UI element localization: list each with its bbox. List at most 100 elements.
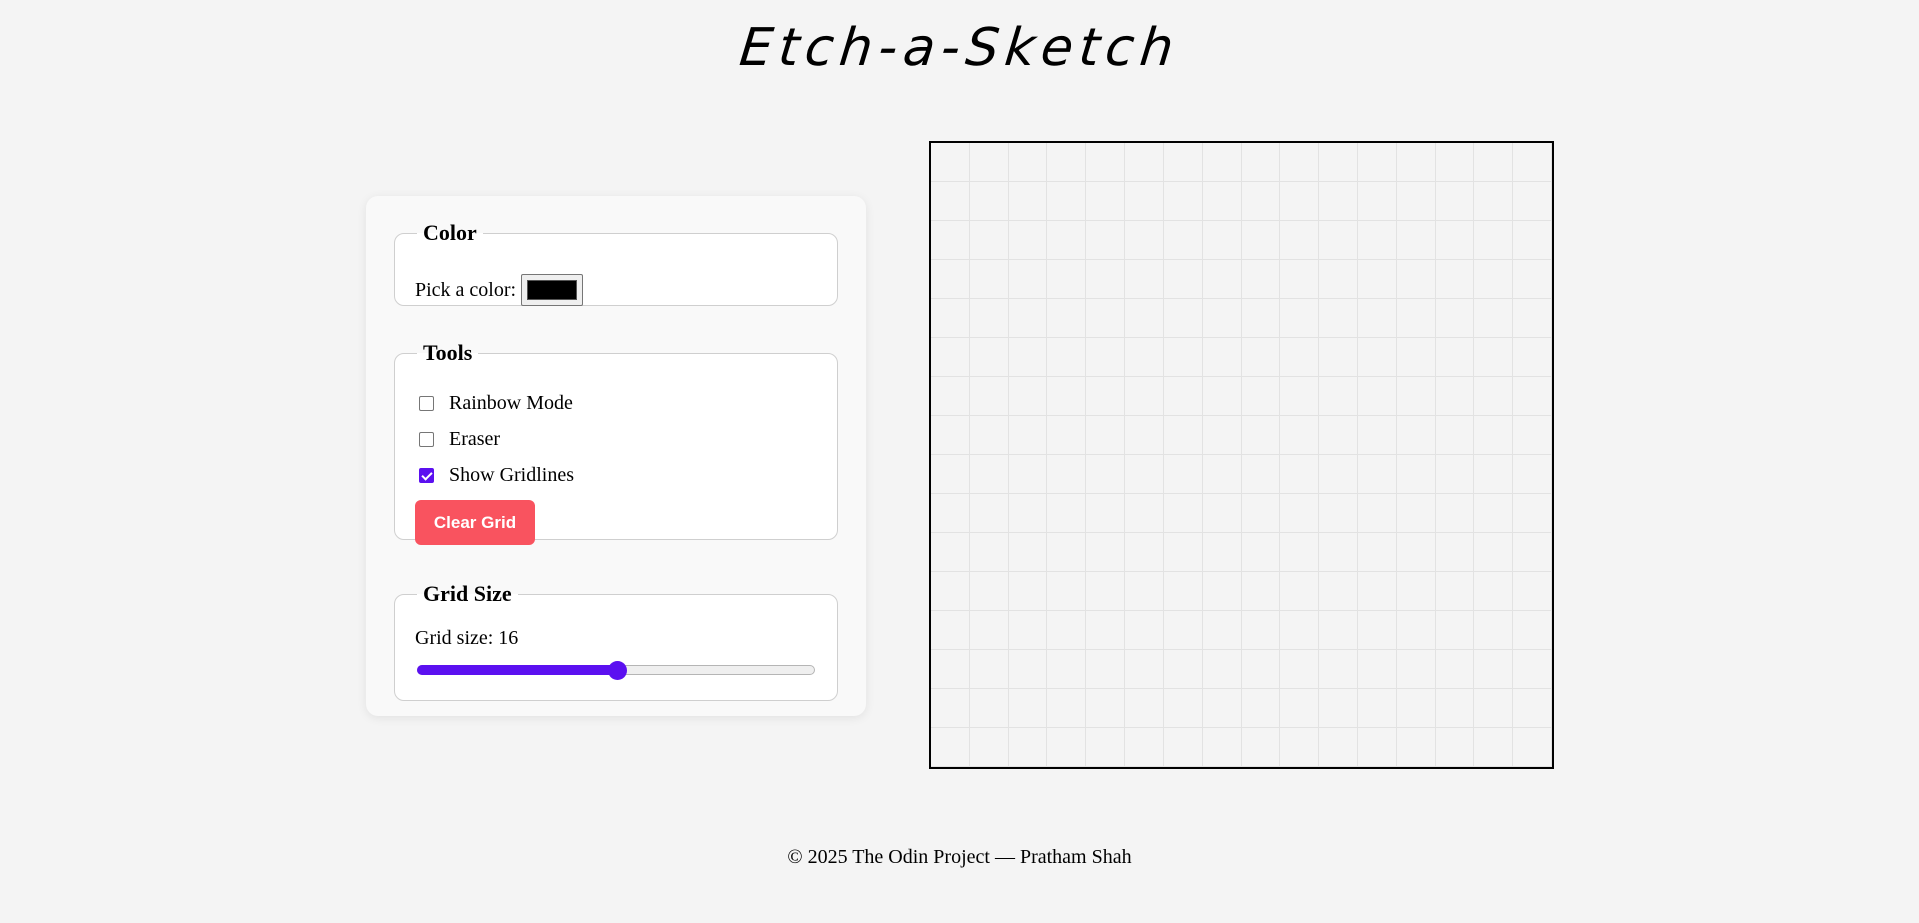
grid-cell[interactable] (931, 221, 970, 260)
grid-cell[interactable] (1047, 572, 1087, 611)
grid-cell[interactable] (1008, 455, 1048, 494)
grid-cell[interactable] (1241, 260, 1281, 299)
grid-cell[interactable] (1474, 143, 1514, 182)
grid-cell[interactable] (1163, 455, 1203, 494)
grid-cell[interactable] (931, 572, 970, 611)
grid-cell[interactable] (1008, 533, 1048, 572)
grid-cell[interactable] (1396, 416, 1436, 455)
grid-cell[interactable] (1513, 494, 1552, 533)
grid-cell[interactable] (1396, 689, 1436, 728)
grid-cell[interactable] (1474, 728, 1514, 767)
grid-cell[interactable] (931, 455, 970, 494)
grid-cell[interactable] (1435, 377, 1475, 416)
grid-cell[interactable] (1319, 182, 1358, 221)
grid-cell[interactable] (1008, 299, 1048, 338)
grid-cell[interactable] (1513, 377, 1552, 416)
grid-cell[interactable] (1086, 377, 1126, 416)
grid-cell[interactable] (1163, 494, 1203, 533)
grid-cell[interactable] (1435, 182, 1475, 221)
grid-cell[interactable] (1163, 650, 1203, 689)
grid-cell[interactable] (1513, 455, 1552, 494)
grid-cell[interactable] (1435, 650, 1475, 689)
show-gridlines-row[interactable]: Show Gridlines (419, 463, 574, 487)
eraser-row[interactable]: Eraser (419, 427, 500, 451)
grid-cell[interactable] (1241, 377, 1281, 416)
grid-cell[interactable] (1357, 221, 1397, 260)
grid-cell[interactable] (969, 182, 1009, 221)
grid-cell[interactable] (1319, 338, 1358, 377)
grid-cell[interactable] (1474, 221, 1514, 260)
rainbow-mode-label[interactable]: Rainbow Mode (449, 392, 573, 415)
grid-cell[interactable] (1086, 416, 1126, 455)
grid-cell[interactable] (1474, 416, 1514, 455)
grid-cell[interactable] (1047, 455, 1087, 494)
grid-cell[interactable] (1357, 143, 1397, 182)
grid-cell[interactable] (1357, 611, 1397, 650)
grid-cell[interactable] (1008, 728, 1048, 767)
grid-cell[interactable] (1202, 143, 1242, 182)
grid-cell[interactable] (1474, 338, 1514, 377)
grid-cell[interactable] (1513, 299, 1552, 338)
grid-cell[interactable] (1008, 689, 1048, 728)
grid-cell[interactable] (1280, 221, 1320, 260)
grid-cell[interactable] (1086, 650, 1126, 689)
grid-cell[interactable] (1125, 533, 1164, 572)
grid-cell[interactable] (1163, 260, 1203, 299)
grid-cell[interactable] (1163, 416, 1203, 455)
grid-cell[interactable] (1435, 728, 1475, 767)
grid-cell[interactable] (1435, 299, 1475, 338)
grid-cell[interactable] (1435, 611, 1475, 650)
grid-cell[interactable] (1202, 260, 1242, 299)
grid-cell[interactable] (1241, 416, 1281, 455)
grid-cell[interactable] (1163, 221, 1203, 260)
grid-cell[interactable] (1435, 494, 1475, 533)
grid-cell[interactable] (1396, 299, 1436, 338)
grid-cell[interactable] (1396, 260, 1436, 299)
grid-cell[interactable] (1202, 533, 1242, 572)
grid-cell[interactable] (1435, 416, 1475, 455)
grid-cell[interactable] (1319, 689, 1358, 728)
grid-cell[interactable] (1008, 416, 1048, 455)
grid-cell[interactable] (1125, 182, 1164, 221)
show-gridlines-label[interactable]: Show Gridlines (449, 464, 574, 487)
grid-cell[interactable] (1357, 650, 1397, 689)
grid-cell[interactable] (1357, 572, 1397, 611)
grid-cell[interactable] (1202, 572, 1242, 611)
grid-cell[interactable] (1513, 572, 1552, 611)
grid-cell[interactable] (1357, 689, 1397, 728)
grid-cell[interactable] (1163, 143, 1203, 182)
grid-cell[interactable] (1086, 611, 1126, 650)
grid-cell[interactable] (1125, 260, 1164, 299)
grid-cell[interactable] (1435, 143, 1475, 182)
eraser-label[interactable]: Eraser (449, 428, 500, 451)
grid-cell[interactable] (1241, 143, 1281, 182)
grid-cell[interactable] (1125, 494, 1164, 533)
grid-cell[interactable] (1396, 611, 1436, 650)
grid-cell[interactable] (1047, 143, 1087, 182)
grid-cell[interactable] (1163, 182, 1203, 221)
grid-cell[interactable] (1047, 728, 1087, 767)
grid-cell[interactable] (1047, 533, 1087, 572)
grid-cell[interactable] (931, 728, 970, 767)
grid-cell[interactable] (1163, 689, 1203, 728)
grid-cell[interactable] (1319, 416, 1358, 455)
grid-cell[interactable] (931, 143, 970, 182)
grid-cell[interactable] (931, 377, 970, 416)
grid-cell[interactable] (1357, 260, 1397, 299)
grid-cell[interactable] (1280, 494, 1320, 533)
grid-cell[interactable] (1474, 299, 1514, 338)
grid-cell[interactable] (1241, 533, 1281, 572)
grid-cell[interactable] (931, 416, 970, 455)
grid-cell[interactable] (1396, 221, 1436, 260)
grid-cell[interactable] (1396, 143, 1436, 182)
grid-cell[interactable] (1319, 260, 1358, 299)
grid-cell[interactable] (969, 377, 1009, 416)
grid-cell[interactable] (1319, 572, 1358, 611)
grid-cell[interactable] (969, 728, 1009, 767)
grid-cell[interactable] (1086, 221, 1126, 260)
grid-cell[interactable] (1202, 650, 1242, 689)
grid-cell[interactable] (1357, 416, 1397, 455)
grid-cell[interactable] (1047, 338, 1087, 377)
grid-cell[interactable] (1319, 377, 1358, 416)
grid-cell[interactable] (1513, 650, 1552, 689)
